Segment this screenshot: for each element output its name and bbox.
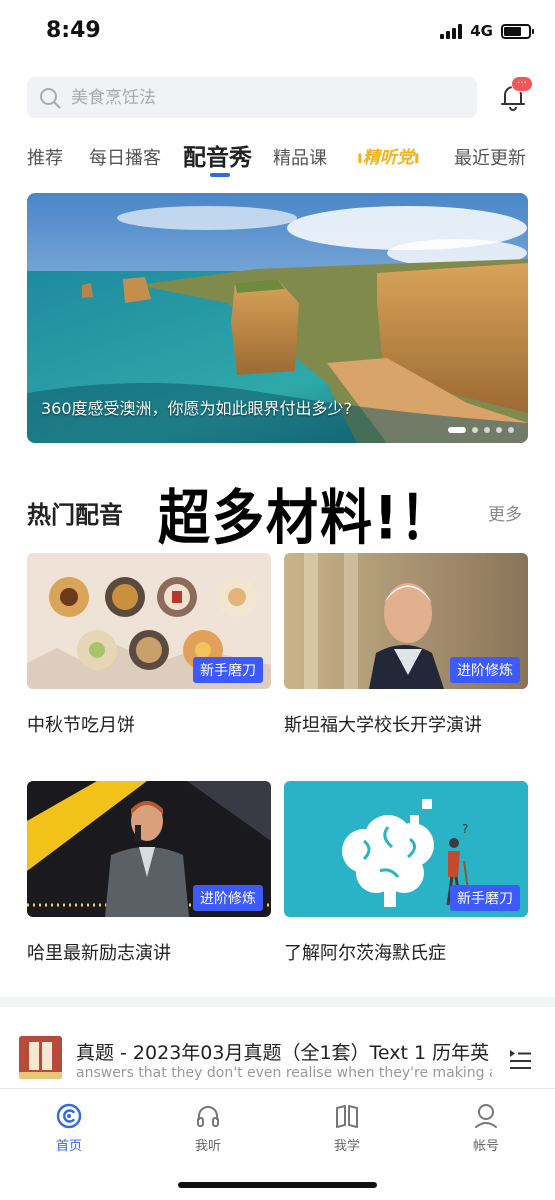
carousel-dot[interactable] — [496, 427, 502, 433]
card-level-tag: 进阶修炼 — [193, 885, 263, 911]
category-tabs: 推荐 每日播客 配音秀 精品课 ı精听党ı 最近更新 — [27, 138, 537, 182]
card-title: 斯坦福大学校长开学演讲 — [284, 715, 482, 736]
nav-account[interactable]: 帐号 — [446, 1103, 526, 1154]
tab-jingting-label: 精听党 — [362, 148, 414, 168]
search-icon — [40, 87, 61, 108]
carousel-dot[interactable] — [448, 427, 466, 433]
active-tab-indicator — [210, 173, 230, 177]
tab-jingting[interactable]: ı精听党ı — [357, 143, 420, 168]
nav-account-label: 帐号 — [472, 1139, 499, 1154]
sound-wave-icon: ı — [413, 148, 420, 168]
nav-listen-label: 我听 — [194, 1139, 221, 1154]
tab-dubbing-show[interactable]: 配音秀 — [183, 138, 252, 172]
more-link[interactable]: 更多 — [488, 500, 522, 525]
playlist-icon[interactable] — [508, 1048, 532, 1070]
banner-caption: 360度感受澳洲，你愿为如此眼界付出多少? — [41, 399, 353, 418]
status-time: 8:49 — [46, 18, 101, 43]
banner-carousel[interactable]: 360度感受澳洲，你愿为如此眼界付出多少? — [27, 193, 528, 443]
status-indicators: 4G — [440, 22, 534, 40]
card-level-tag: 新手磨刀 — [450, 885, 520, 911]
card-thumbnail: 进阶修炼 — [284, 553, 528, 689]
card-thumbnail: 新手磨刀 — [27, 553, 271, 689]
nav-study[interactable]: 我学 — [307, 1103, 387, 1154]
mini-player[interactable]: 真题 - 2023年03月真题（全1套）Text 1 历年英 answers t… — [0, 1030, 555, 1088]
card-level-tag: 进阶修炼 — [450, 657, 520, 683]
home-icon — [56, 1103, 82, 1129]
tab-premium-course[interactable]: 精品课 — [273, 144, 327, 170]
nav-home-label: 首页 — [55, 1139, 82, 1154]
headphones-icon — [197, 1106, 219, 1127]
nav-home[interactable]: 首页 — [29, 1103, 109, 1154]
search-bar[interactable] — [27, 77, 477, 118]
book-icon — [336, 1105, 358, 1128]
section-divider — [0, 997, 555, 1007]
status-bar: 8:49 4G — [0, 0, 555, 64]
svg-text:?: ? — [462, 822, 468, 836]
card-title: 了解阿尔茨海默氏症 — [284, 943, 446, 964]
dubbing-card[interactable]: 新手磨刀 中秋节吃月饼 — [27, 553, 271, 737]
nav-study-label: 我学 — [333, 1139, 360, 1154]
player-subtitle: answers that they don't even realise whe… — [76, 1065, 492, 1081]
tab-daily-podcast[interactable]: 每日播客 — [89, 144, 161, 170]
carousel-dots — [448, 427, 514, 433]
network-type: 4G — [470, 22, 493, 40]
dubbing-card[interactable]: 进阶修炼 斯坦福大学校长开学演讲 — [284, 553, 528, 737]
tab-recommend[interactable]: 推荐 — [27, 144, 63, 170]
carousel-dot[interactable] — [472, 427, 478, 433]
album-cover — [19, 1036, 62, 1079]
overlay-caption: 超多材料!！ — [158, 484, 454, 554]
player-title: 真题 - 2023年03月真题（全1套）Text 1 历年英 — [76, 1042, 490, 1064]
carousel-dot[interactable] — [484, 427, 490, 433]
card-title: 中秋节吃月饼 — [27, 715, 135, 736]
section-title: 热门配音 — [27, 501, 123, 529]
tab-recent-updates[interactable]: 最近更新 — [454, 144, 526, 170]
card-thumbnail: ? 新手磨刀 — [284, 781, 528, 917]
dubbing-card[interactable]: ? 新手磨刀 了解阿尔茨海默氏症 — [284, 781, 528, 965]
home-indicator — [178, 1182, 377, 1188]
dubbing-card[interactable]: 进阶修炼 哈里最新励志演讲 — [27, 781, 271, 965]
signal-icon — [440, 23, 463, 39]
card-thumbnail: 进阶修炼 — [27, 781, 271, 917]
nav-listen[interactable]: 我听 — [168, 1103, 248, 1154]
notification-badge: ··· — [511, 76, 533, 92]
carousel-dot[interactable] — [508, 427, 514, 433]
card-title: 哈里最新励志演讲 — [27, 943, 171, 964]
battery-icon — [501, 23, 534, 39]
card-level-tag: 新手磨刀 — [193, 657, 263, 683]
user-icon — [475, 1104, 497, 1128]
search-input[interactable] — [71, 87, 431, 108]
